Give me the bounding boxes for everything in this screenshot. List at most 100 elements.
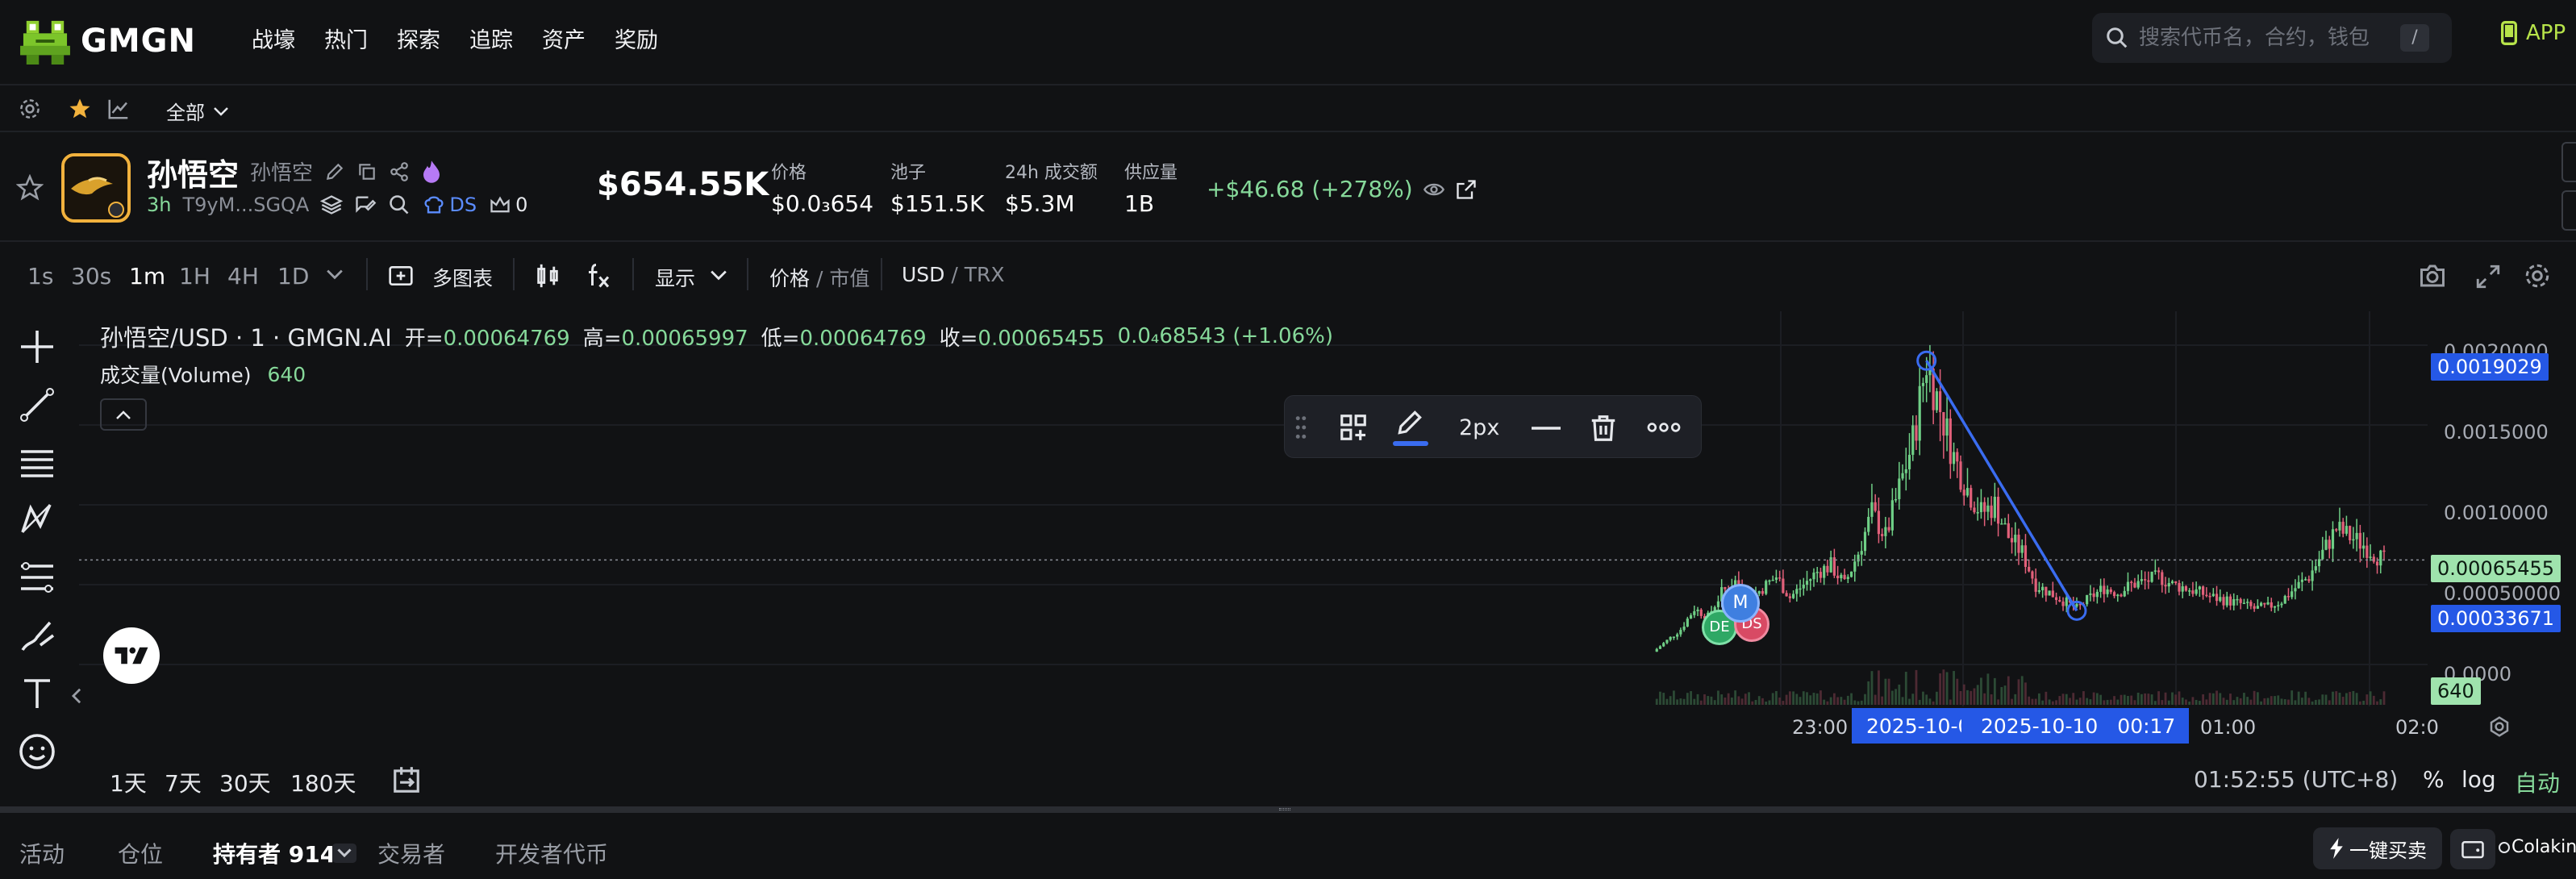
one-key-trade-button[interactable]: 一键买卖 — [2313, 827, 2442, 869]
timeframe-30s[interactable]: 30s — [71, 263, 111, 290]
m-trade-marker[interactable]: M — [1721, 584, 1760, 623]
fullscreen-icon[interactable] — [2474, 263, 2502, 290]
volume-bar — [1962, 684, 1965, 705]
display-menu[interactable]: 显示 — [655, 263, 695, 292]
category-select[interactable]: 全部 — [166, 97, 229, 125]
trash-icon[interactable] — [1588, 412, 1619, 444]
user-chip[interactable]: Colaking — [2499, 837, 2576, 857]
candle-body — [2147, 580, 2150, 582]
pattern-icon[interactable] — [18, 500, 56, 539]
gear-icon[interactable] — [18, 97, 42, 121]
candle-body — [2366, 545, 2369, 558]
wallet-panel-button[interactable] — [2450, 829, 2495, 869]
volume-bar — [2007, 676, 2010, 705]
volume-bar — [2205, 699, 2208, 705]
add-chart-icon[interactable] — [387, 263, 415, 289]
volume-bar — [1826, 701, 1829, 705]
nav-item-hot[interactable]: 热门 — [324, 23, 368, 54]
line-style-icon[interactable] — [1528, 414, 1564, 443]
tab-traders[interactable]: 交易者 — [377, 837, 445, 869]
axis-settings-icon[interactable] — [2487, 714, 2511, 739]
price-axis[interactable]: 0.0020000 0.0015000 0.0010000 0.00050000… — [2428, 311, 2576, 706]
crosshair-icon[interactable] — [18, 327, 56, 366]
legend-collapse-button[interactable] — [100, 398, 147, 431]
tradingview-logo[interactable] — [103, 627, 160, 684]
nav-item-explore[interactable]: 探索 — [397, 23, 440, 54]
token-avatar[interactable] — [61, 153, 131, 223]
dexscreener-link[interactable]: DS — [422, 194, 477, 216]
star-outline-icon[interactable] — [16, 174, 44, 202]
drag-handle-icon[interactable] — [1294, 414, 1307, 441]
trend-chart-icon[interactable] — [106, 97, 131, 121]
settings-gear-icon[interactable] — [2523, 261, 2552, 290]
volume-bar — [1703, 694, 1706, 705]
log-scale-toggle[interactable]: log — [2461, 766, 2496, 793]
nav-item-rewards[interactable]: 奖励 — [615, 23, 658, 54]
layers-icon[interactable] — [320, 194, 344, 216]
eye-icon[interactable] — [1423, 178, 1445, 201]
search-box[interactable]: / — [2092, 13, 2452, 63]
candlestick-type-icon[interactable] — [534, 261, 561, 290]
pencil-color-icon[interactable] — [1394, 407, 1425, 438]
chevron-down-icon[interactable] — [326, 268, 344, 281]
copy-icon[interactable] — [356, 161, 377, 182]
indicators-fx-icon[interactable] — [584, 261, 613, 290]
volume-bar — [2369, 691, 2372, 705]
token-address[interactable]: T9yM...SGQA — [182, 194, 309, 216]
nav-item-assets[interactable]: 资产 — [542, 23, 586, 54]
multi-chart-button[interactable]: 多图表 — [432, 263, 493, 292]
volume-bar — [1890, 690, 1894, 705]
range-30d[interactable]: 30天 — [219, 766, 271, 798]
add-template-icon[interactable] — [1338, 412, 1369, 443]
side-panel-toggle[interactable] — [2561, 142, 2576, 182]
tab-holders[interactable]: 持有者 914 — [213, 837, 336, 869]
comment-edit-icon[interactable] — [354, 194, 377, 216]
external-link-icon[interactable] — [1455, 178, 1478, 201]
timeframe-1h[interactable]: 1H — [179, 263, 210, 290]
timeframe-1d[interactable]: 1D — [277, 263, 309, 290]
nav-item-trenches[interactable]: 战壕 — [252, 23, 295, 54]
more-options-icon[interactable] — [1646, 419, 1682, 436]
chart-clock[interactable]: 01:52:55 (UTC+8) — [2194, 766, 2398, 793]
nav-item-track[interactable]: 追踪 — [469, 23, 513, 54]
share-icon[interactable] — [389, 161, 410, 182]
camera-icon[interactable] — [2416, 261, 2449, 290]
edit-icon[interactable] — [324, 161, 345, 182]
tab-activity[interactable]: 活动 — [19, 837, 65, 869]
toolbar-divider — [366, 258, 368, 290]
range-1d[interactable]: 1天 — [110, 766, 147, 798]
app-download-button[interactable]: APP — [2500, 21, 2566, 45]
brand-logo[interactable]: GMGN — [19, 18, 196, 65]
chevron-down-icon[interactable] — [710, 269, 727, 281]
side-panel-toggle-2[interactable] — [2561, 190, 2576, 231]
trend-line-icon[interactable] — [18, 385, 56, 424]
timeframe-1s[interactable]: 1s — [27, 263, 53, 290]
chef-hat-icon — [424, 196, 444, 214]
currency-toggle[interactable]: USD / TRX — [902, 263, 1005, 286]
calendar-range-icon[interactable] — [390, 764, 423, 795]
volume-bar — [1727, 693, 1730, 705]
tab-positions[interactable]: 仓位 — [118, 837, 163, 869]
timeframe-4h[interactable]: 4H — [227, 263, 259, 290]
tab-dev-tokens[interactable]: 开发者代币 — [495, 837, 608, 869]
horizontal-lines-icon[interactable] — [18, 442, 56, 481]
timeframe-1m[interactable]: 1m — [129, 263, 165, 290]
search-icon[interactable] — [388, 194, 411, 216]
brush-icon[interactable] — [18, 616, 56, 655]
fib-retracement-icon[interactable] — [18, 558, 56, 597]
line-width-select[interactable]: 2px — [1459, 415, 1499, 440]
price-mcap-toggle[interactable]: 价格 / 市值 — [769, 263, 869, 292]
volume-bar — [1751, 701, 1754, 705]
range-180d[interactable]: 180天 — [290, 766, 356, 798]
search-input[interactable] — [2139, 23, 2381, 53]
chevron-down-icon[interactable] — [332, 844, 356, 863]
panel-resize-divider[interactable] — [0, 806, 2576, 813]
chevron-down-icon — [214, 106, 228, 116]
range-7d[interactable]: 7天 — [165, 766, 202, 798]
price-chart[interactable] — [79, 311, 2428, 706]
star-filled-icon[interactable] — [68, 97, 92, 121]
volume-bar — [1959, 690, 1962, 705]
percent-scale-toggle[interactable]: % — [2423, 766, 2445, 793]
auto-scale-toggle[interactable]: 自动 — [2515, 766, 2560, 798]
text-tool-icon[interactable] — [18, 674, 56, 713]
